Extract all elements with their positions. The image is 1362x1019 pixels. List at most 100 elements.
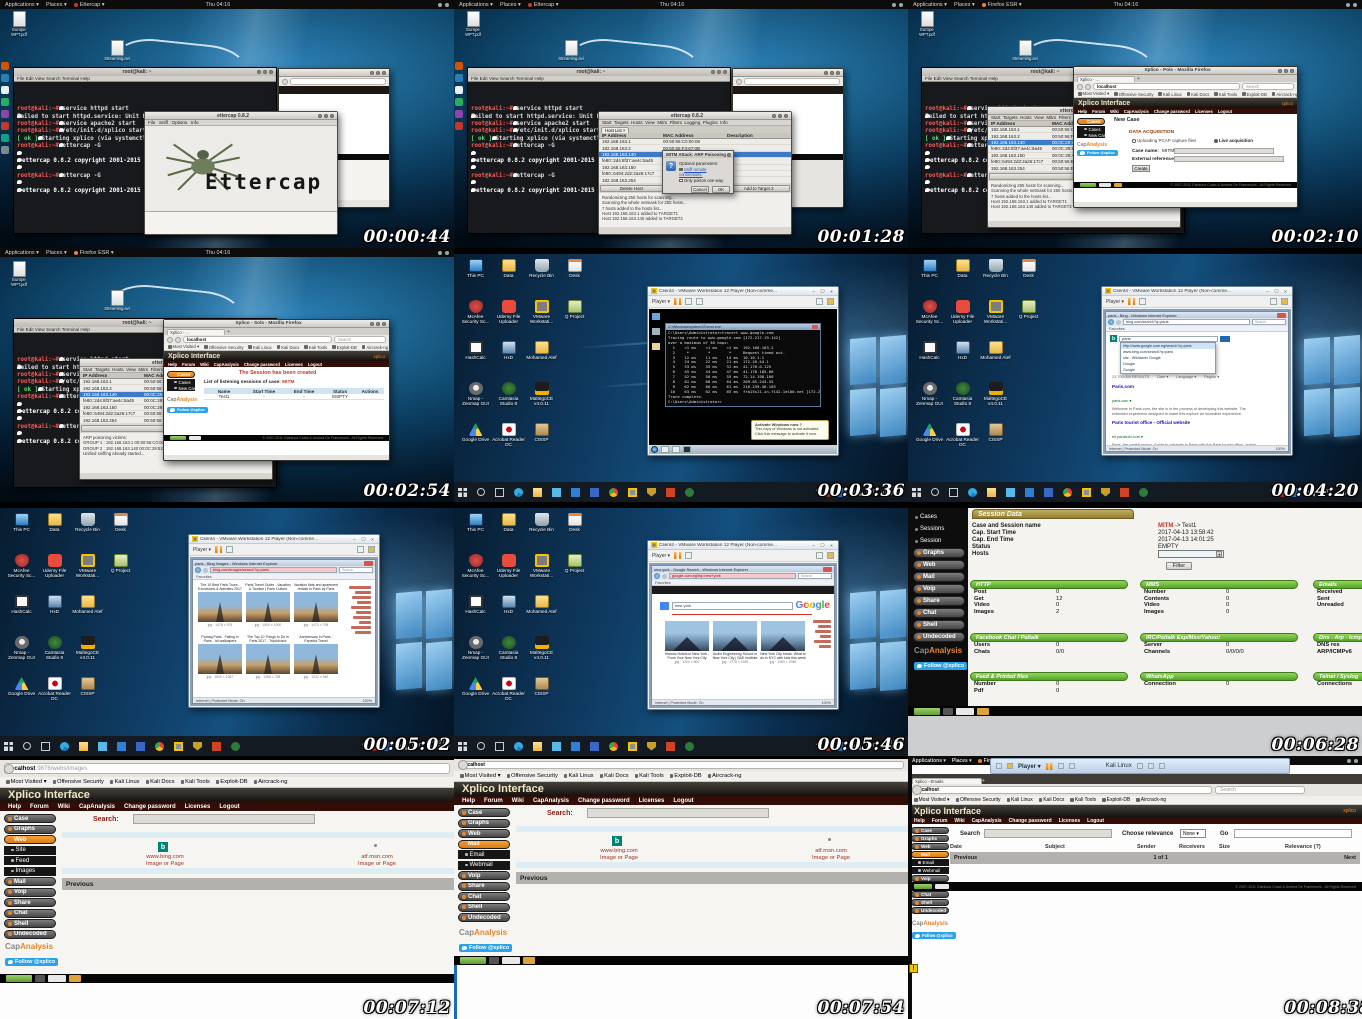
sidebar-item[interactable]: Share (913, 596, 965, 606)
taskbar-icon[interactable] (60, 742, 69, 751)
desktop-icon[interactable]: MaltegoCE v4.0.11 (979, 382, 1012, 423)
search-button[interactable] (660, 602, 669, 610)
relevance-select[interactable]: None ▾ (1180, 829, 1206, 838)
sidebar-subitem[interactable]: New Case (167, 385, 195, 391)
sidebar-item[interactable]: Web (911, 843, 949, 850)
desktop-icon[interactable]: VMware Workstati... (525, 300, 558, 341)
sidebar-item[interactable]: Feed (4, 856, 56, 865)
bookmark-item[interactable]: Exploit-DB (1242, 92, 1267, 97)
active-app-menu[interactable]: Firefox ESR ▾ (982, 2, 1022, 8)
window-controls[interactable] (1347, 759, 1358, 763)
sidebar-item[interactable]: Case (911, 827, 949, 834)
desktop-icon[interactable]: Recycle Bin (525, 259, 558, 300)
app-icon[interactable] (1, 146, 9, 154)
sidebar-item[interactable]: Chat (4, 909, 56, 918)
taskbar-icon[interactable] (1063, 488, 1072, 497)
mitm-dialog[interactable]: MITM Attack: ARP Poisoning ? Optional pa… (662, 150, 734, 194)
clock[interactable]: Thu 04:16 (660, 2, 685, 8)
desktop-icon[interactable]: This PC (5, 513, 38, 554)
back-icon[interactable] (282, 79, 288, 85)
image-result[interactable]: New York City break: What to do in NYC w… (760, 620, 806, 678)
bookmark-item[interactable]: Kali Docs (1187, 92, 1210, 97)
minimize-icon[interactable] (1347, 759, 1351, 763)
bookmark-item[interactable]: Kali Linux (248, 345, 271, 350)
back-icon[interactable] (654, 573, 660, 579)
xplico-menu-item[interactable]: Logout (219, 804, 239, 810)
back-icon[interactable] (458, 760, 468, 770)
ie-zoom[interactable]: 100% (822, 701, 831, 705)
xplico-menu-item[interactable]: Logout (1218, 109, 1232, 114)
settings-icon[interactable] (1159, 763, 1165, 769)
desktop-file-avi[interactable]: Streaming.avi (104, 40, 130, 62)
desktop-icon[interactable]: This PC (459, 259, 492, 300)
app-icon[interactable] (1, 86, 9, 94)
sidebar-item[interactable]: Cases (913, 512, 965, 522)
desktop-icon[interactable]: Camtasia Studio 8 (492, 636, 525, 677)
url-field[interactable]: localhost (1093, 83, 1240, 90)
vm-name-label[interactable]: Kali Linux (1106, 763, 1132, 769)
xplico-menu-item[interactable]: Change password (1154, 109, 1190, 114)
desktop-file-pdf[interactable]: Europe WPT.pdf (914, 11, 940, 37)
maximize-icon[interactable] (263, 70, 267, 74)
footer-badge[interactable] (502, 957, 520, 964)
taskbar-icon[interactable] (628, 488, 637, 497)
minimize-icon[interactable] (370, 71, 374, 75)
image-result[interactable]: The 10 Best Paris Tours - Excursions & A… (197, 583, 243, 635)
bookmark-item[interactable]: Most Visited ▾ (460, 773, 501, 779)
system-tray[interactable] (892, 3, 903, 7)
desktop-icon[interactable]: This PC (913, 259, 946, 300)
taskbar-icon[interactable] (685, 488, 694, 497)
ettercap-window[interactable]: ettercap 0.8.2 File Sniff Options Info E… (144, 111, 338, 235)
filter-date[interactable]: Date ▾ (1157, 374, 1168, 379)
taskbar-icon[interactable] (1006, 488, 1015, 497)
paris-photo[interactable] (246, 644, 290, 674)
desktop-icon[interactable]: MaltegoCE v4.0.11 (525, 636, 558, 677)
desktop-icon[interactable]: Desk (558, 259, 591, 300)
applications-menu[interactable]: Applications ▾ (912, 758, 946, 764)
minimize-icon[interactable] (318, 114, 322, 118)
bookmark-item[interactable]: Aircrack-ng (708, 773, 742, 779)
pause-icon[interactable] (215, 546, 222, 553)
capanalysis-logo[interactable]: CapAnalysis (914, 646, 962, 655)
app-icon[interactable] (1, 62, 9, 70)
url-field[interactable]: localhost (912, 786, 1212, 794)
sidebar-item[interactable]: Voip (911, 875, 949, 882)
taskbar-icon[interactable] (590, 488, 599, 497)
fullscreen-icon[interactable] (1139, 298, 1146, 305)
panel-header[interactable]: Feed & Printed files (970, 672, 1128, 681)
bookmark-item[interactable]: Kali Tools (304, 345, 327, 350)
player-menu[interactable]: Player ▾ (652, 299, 670, 305)
back-icon[interactable] (195, 567, 201, 573)
back-icon[interactable] (912, 785, 922, 795)
xplico-menu-item[interactable]: CapAnalysis (1124, 109, 1149, 114)
desktop-icon[interactable]: HashCalc (459, 595, 492, 636)
new-york-photo[interactable] (665, 621, 709, 651)
taskbar-icon[interactable] (458, 488, 467, 497)
taskbar-icon[interactable] (609, 488, 618, 497)
bing-search-input[interactable]: paris (1119, 336, 1218, 342)
new-tab-button[interactable]: + (227, 329, 230, 335)
desktop-icon[interactable] (104, 636, 137, 677)
search-field[interactable]: Search (1215, 786, 1305, 794)
taskbar-icon[interactable] (533, 488, 542, 497)
places-menu[interactable]: Places ▾ (952, 758, 972, 764)
desktop-icon[interactable]: Nmap - Zenmap GUI (459, 636, 492, 677)
player-menu[interactable]: Player ▾ (1106, 299, 1124, 305)
paris-photo[interactable] (198, 644, 242, 674)
url-field[interactable]: google.com.eg/#q=new+york (669, 573, 796, 579)
desktop-file-avi[interactable]: Streaming.avi (104, 290, 130, 312)
result-link[interactable]: www.bing.comImage or Page (110, 854, 220, 867)
system-tray[interactable] (438, 3, 449, 7)
xplico-menu-item[interactable]: CapAnalysis (79, 804, 115, 810)
library-icon[interactable] (1007, 763, 1013, 769)
taskbar-icon[interactable] (628, 742, 637, 751)
desktop-icon[interactable]: HxD (38, 595, 71, 636)
taskbar-icon[interactable] (1101, 488, 1110, 497)
vm-computer-icon[interactable] (652, 313, 660, 320)
checkbox-icon[interactable] (679, 179, 683, 183)
applications-menu[interactable]: Applications ▾ (459, 2, 493, 8)
back-icon[interactable] (996, 763, 1002, 769)
xplico-menu-item[interactable]: Help (8, 804, 21, 810)
xplico-menu-item[interactable]: Logout (1087, 818, 1104, 824)
app-icon[interactable] (455, 86, 463, 94)
